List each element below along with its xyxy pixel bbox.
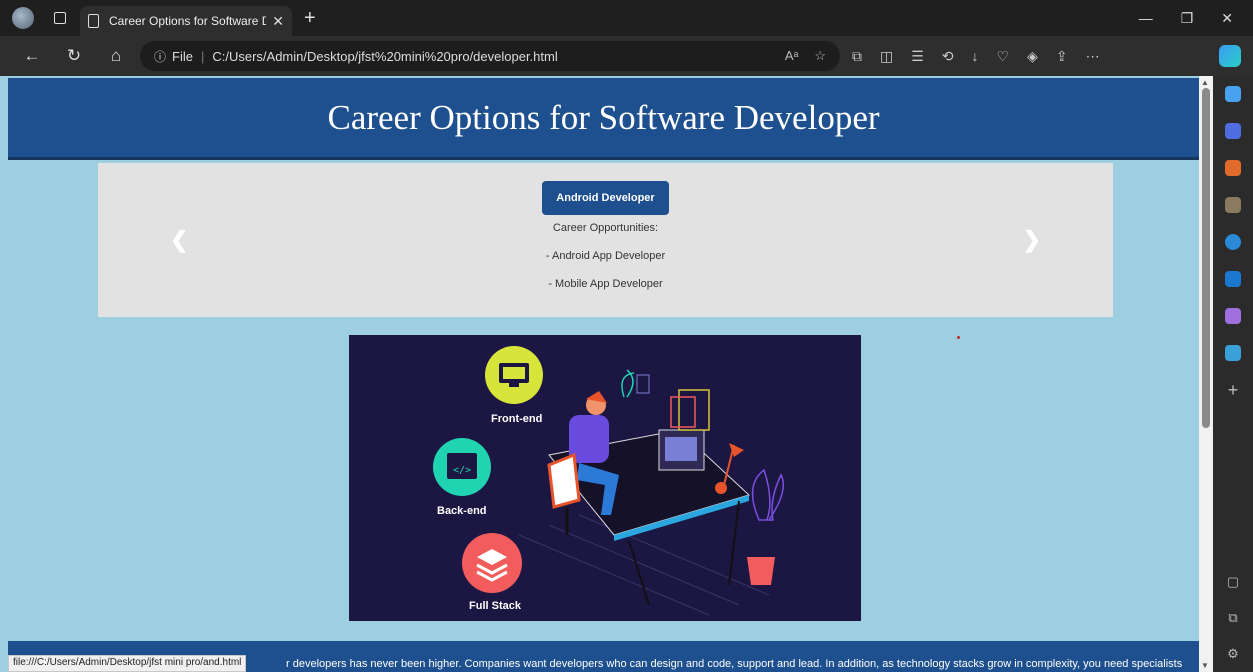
downloads-icon[interactable]: ↓ (972, 48, 979, 65)
info-icon[interactable]: ⓘ (154, 48, 166, 65)
minimize-icon[interactable]: — (1139, 10, 1153, 27)
close-window-icon[interactable]: ✕ (1221, 10, 1233, 27)
slide-item: - Android App Developer (545, 250, 666, 262)
hide-sidebar-icon[interactable]: ▢ (1227, 574, 1239, 590)
android-developer-button[interactable]: Android Developer (542, 181, 669, 215)
career-carousel: ❮ Android Developer Career Opportunities… (98, 163, 1113, 317)
close-tab-icon[interactable]: ✕ (272, 13, 284, 30)
page-scrollbar[interactable]: ▲ ▼ (1199, 76, 1213, 672)
window-controls: — ❐ ✕ (1139, 10, 1233, 27)
scroll-up-icon[interactable]: ▲ (1201, 78, 1209, 87)
svg-text:</>: </> (453, 465, 471, 476)
restore-icon[interactable]: ❐ (1181, 10, 1194, 27)
toolbar-icons: ⧉ ◫ ☰ ⟲ ↓ ♡ ◈ ⇪ ⋯ (852, 48, 1100, 65)
copilot-icon[interactable] (1219, 45, 1241, 67)
refresh-icon[interactable]: ↻ (64, 46, 84, 66)
profile-avatar[interactable] (12, 7, 34, 29)
games-icon[interactable] (1225, 197, 1241, 213)
read-aloud-icon[interactable]: Aᵃ (785, 48, 799, 64)
outlook-icon[interactable] (1225, 271, 1241, 287)
slide-item: - Mobile App Developer (548, 278, 663, 290)
carousel-slide: Android Developer Career Opportunities: … (98, 181, 1113, 291)
cursor-dot (957, 336, 960, 339)
document-icon (88, 14, 99, 28)
illustration-svg: </> (433, 346, 784, 616)
carousel-next-icon[interactable]: ❯ (1023, 227, 1041, 253)
back-icon[interactable]: ← (22, 46, 42, 66)
add-sidebar-app-icon[interactable]: + (1228, 381, 1239, 399)
shopping-icon[interactable] (1225, 123, 1241, 139)
scroll-down-icon[interactable]: ▼ (1201, 661, 1209, 670)
new-tab-button[interactable]: + (304, 7, 316, 30)
developer-illustration: </> Front-end Back-end Full Stack (349, 335, 861, 621)
slide-subtitle: Career Opportunities: (552, 222, 659, 234)
settings-icon[interactable]: ⚙ (1227, 646, 1239, 662)
web-page: Career Options for Software Developer ❮ … (8, 76, 1199, 672)
microsoft-365-icon[interactable] (1225, 234, 1241, 250)
link-status-bar: file:///C:/Users/Admin/Desktop/jfst mini… (8, 655, 247, 672)
address-bar[interactable]: ⓘ File | C:/Users/Admin/Desktop/jfst%20m… (140, 41, 840, 71)
front-end-label: Front-end (491, 413, 543, 425)
browser-essentials-icon[interactable]: ◈ (1027, 48, 1038, 65)
favorite-star-icon[interactable]: ☆ (814, 48, 826, 64)
url-separator: | (200, 48, 205, 64)
sidebar-bottom: ▢ ⧉ ⚙ (1227, 574, 1239, 662)
edge-sidebar: + ▢ ⧉ ⚙ (1213, 76, 1253, 672)
share-icon[interactable]: ⇪ (1056, 48, 1068, 65)
designer-icon[interactable] (1225, 308, 1241, 324)
history-icon[interactable]: ⟲ (942, 48, 954, 65)
browser-titlebar: Career Options for Software Dev ✕ + — ❐ … (0, 0, 1253, 36)
page-header: Career Options for Software Developer (8, 78, 1199, 160)
split-screen-icon[interactable]: ◫ (880, 48, 893, 65)
footer-text: r developers has never been higher. Comp… (286, 658, 1183, 670)
tab-actions-icon[interactable] (54, 12, 66, 24)
open-external-icon[interactable]: ⧉ (1228, 610, 1237, 626)
favorites-icon[interactable]: ☰ (911, 48, 924, 65)
back-end-label: Back-end (437, 505, 487, 517)
browser-tab[interactable]: Career Options for Software Dev ✕ (80, 6, 292, 36)
tab-title: Career Options for Software Dev (109, 14, 267, 28)
extensions-icon[interactable]: ⧉ (852, 48, 862, 65)
drop-icon[interactable] (1225, 345, 1241, 361)
address-bar-actions: Aᵃ ☆ (785, 48, 826, 64)
health-icon[interactable]: ♡ (997, 48, 1010, 65)
more-icon[interactable]: ⋯ (1086, 48, 1100, 65)
tools-icon[interactable] (1225, 160, 1241, 176)
search-icon[interactable] (1225, 86, 1241, 102)
url-text: C:/Users/Admin/Desktop/jfst%20mini%20pro… (212, 48, 558, 64)
browser-toolbar: ← ↻ ⌂ ⓘ File | C:/Users/Admin/Desktop/jf… (0, 36, 1253, 76)
scrollbar-thumb[interactable] (1202, 88, 1210, 428)
page-title: Career Options for Software Developer (327, 97, 880, 137)
full-stack-label: Full Stack (469, 600, 521, 612)
url-scheme: File (172, 48, 193, 64)
home-icon[interactable]: ⌂ (106, 46, 126, 66)
